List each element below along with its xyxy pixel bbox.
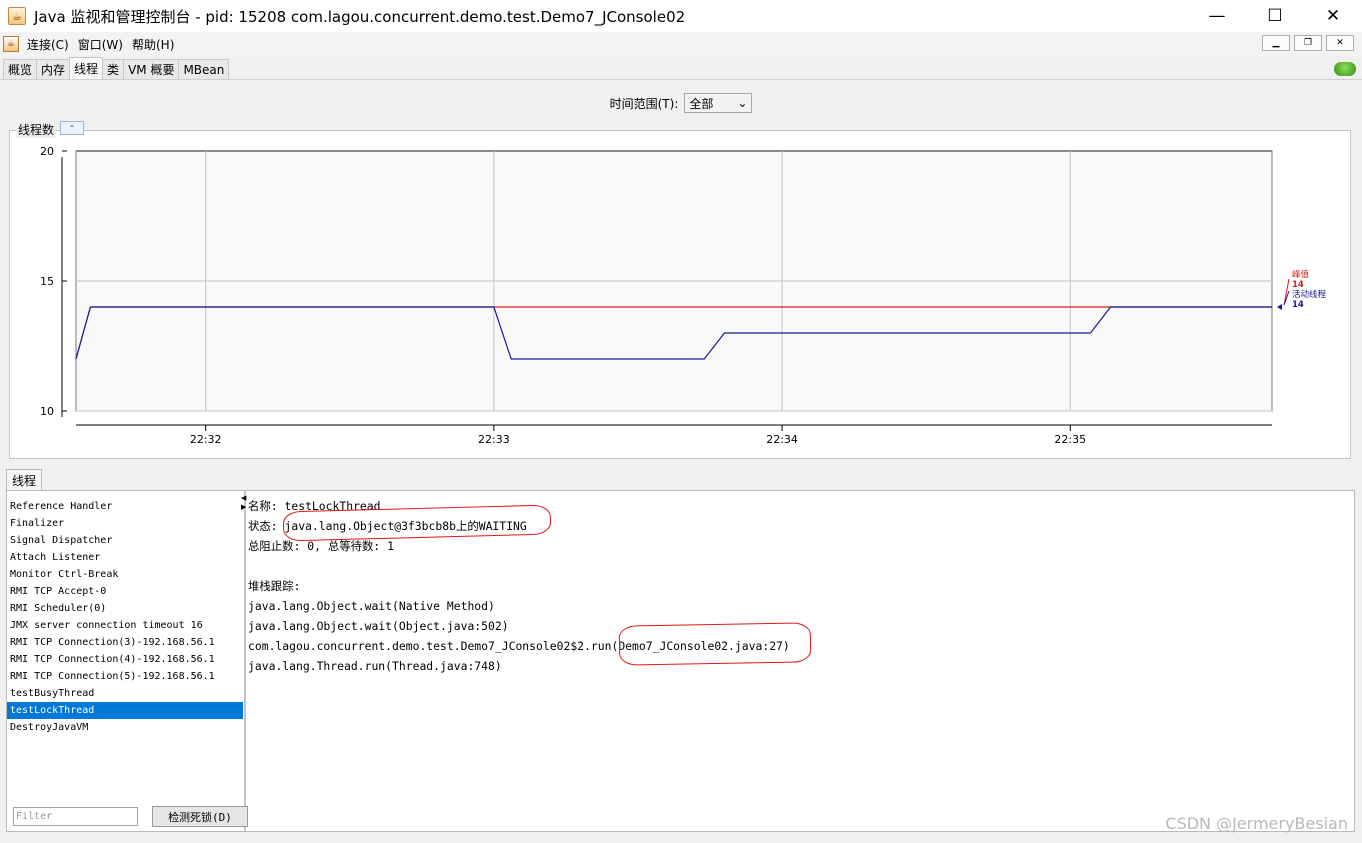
thread-list[interactable]: Reference Handler Finalizer Signal Dispatc… (7, 491, 243, 801)
tab-mbean[interactable]: MBean (178, 59, 230, 79)
menu-bar: ☕ 连接(C) 窗口(W) 帮助(H) ▁ ❐ ✕ (0, 32, 1362, 56)
series-pointer-icon (1277, 304, 1282, 310)
time-range-select[interactable]: 全部 ⌄ (684, 93, 753, 113)
watermark: CSDN @JermeryBesian (1165, 814, 1348, 833)
main-tabs: 概览 内存 线程 类 VM 概要 MBean (0, 57, 1362, 80)
stack-frame: java.lang.Object.wait(Native Method) (248, 599, 495, 613)
tab-memory[interactable]: 内存 (36, 59, 71, 79)
x-tick-label: 22:35 (1054, 433, 1086, 446)
java-cup-icon: ☕ (8, 7, 26, 25)
tab-overview[interactable]: 概览 (3, 59, 38, 79)
splitter-arrows-icon[interactable]: ◀ ▶ (241, 494, 246, 512)
legend-peak-value: 14 (1292, 280, 1304, 290)
thread-list-item[interactable]: RMI TCP Connection(4)-192.168.56.1 (7, 651, 243, 668)
close-button[interactable]: ✕ (1304, 0, 1362, 32)
tab-vm-summary[interactable]: VM 概要 (123, 59, 180, 79)
thread-list-items: Reference Handler Finalizer Signal Dispatc… (7, 491, 243, 736)
x-tick-label: 22:34 (766, 433, 798, 446)
menu-window[interactable]: 窗口(W) (78, 36, 123, 53)
internal-minimize-button[interactable]: ▁ (1262, 35, 1290, 51)
internal-window-controls: ▁ ❐ ✕ (1262, 35, 1354, 51)
connection-status-icon (1334, 62, 1356, 76)
thread-list-item[interactable]: Signal Dispatcher (7, 532, 243, 549)
minimize-button[interactable]: — (1188, 0, 1246, 32)
detect-deadlock-button[interactable]: 检测死锁(D) (152, 806, 248, 827)
annotation-source-line-highlight (618, 622, 812, 666)
tab-classes[interactable]: 类 (102, 59, 125, 79)
x-tick-label: 22:33 (478, 433, 510, 446)
x-tick-label: 22:32 (190, 433, 222, 446)
menu-help[interactable]: 帮助(H) (132, 36, 174, 53)
thread-list-item[interactable]: RMI Scheduler(0) (7, 600, 243, 617)
y-tick-label: 20 (40, 145, 54, 158)
time-range-row: 时间范围(T): 全部 ⌄ (0, 93, 1362, 113)
chevron-down-icon: ⌄ (737, 96, 748, 110)
y-tick-label: 10 (40, 405, 54, 418)
thread-count-chart: 22:32 22:33 22:34 22:35 10 15 20 峰值 14 活动线程 14 (9, 130, 1351, 459)
window-title: Java 监视和管理控制台 - pid: 15208 com.lagou.con… (34, 7, 686, 26)
filter-input[interactable]: Filter (13, 807, 138, 826)
thread-list-item[interactable]: Finalizer (7, 515, 243, 532)
time-range-label: 时间范围(T): (609, 96, 679, 111)
thread-list-item[interactable]: RMI TCP Connection(5)-192.168.56.1 (7, 668, 243, 685)
legend-live-value: 14 (1292, 300, 1304, 310)
menu-connect[interactable]: 连接(C) (27, 36, 69, 53)
thread-list-item[interactable]: Monitor Ctrl-Break (7, 566, 243, 583)
time-range-value: 全部 (689, 96, 714, 111)
thread-count-chart-svg: 22:32 22:33 22:34 22:35101520峰值14活动线程14 (40, 145, 1327, 446)
thread-list-item[interactable]: Reference Handler (7, 498, 243, 515)
threads-tab[interactable]: 线程 (6, 469, 42, 490)
internal-close-button[interactable]: ✕ (1326, 35, 1354, 51)
thread-list-item[interactable]: RMI TCP Accept-0 (7, 583, 243, 600)
tab-threads[interactable]: 线程 (69, 57, 104, 79)
window-controls: — ☐ ✕ (1188, 0, 1362, 32)
thread-list-item[interactable]: JMX server connection timeout 16 (7, 617, 243, 634)
threads-panel: Reference Handler Finalizer Signal Dispatc… (6, 490, 1355, 832)
thread-counts-line: 总阻止数: 0, 总等待数: 1 (248, 539, 394, 553)
panel-splitter[interactable] (244, 491, 246, 831)
legend-live-name: 活动线程 (1292, 289, 1327, 300)
thread-list-item[interactable]: testLockThread (7, 702, 243, 719)
thread-list-item[interactable]: testBusyThread (7, 685, 243, 702)
thread-list-item[interactable]: DestroyJavaVM (7, 719, 243, 736)
thread-list-item[interactable]: Attach Listener (7, 549, 243, 566)
internal-restore-button[interactable]: ❐ (1294, 35, 1322, 51)
java-cup-icon[interactable]: ☕ (3, 36, 19, 52)
stack-trace-title: 堆栈跟踪: (248, 579, 301, 593)
collapse-chart-button[interactable]: ⌃ (60, 121, 84, 135)
legend-peak-name: 峰值 (1292, 269, 1310, 280)
chart-title: 线程数 (16, 121, 57, 138)
title-bar: ☕ Java 监视和管理控制台 - pid: 15208 com.lagou.c… (0, 0, 1362, 32)
thread-list-item[interactable]: RMI TCP Connection(3)-192.168.56.1 (7, 634, 243, 651)
y-tick-label: 15 (40, 275, 54, 288)
maximize-button[interactable]: ☐ (1246, 0, 1304, 32)
